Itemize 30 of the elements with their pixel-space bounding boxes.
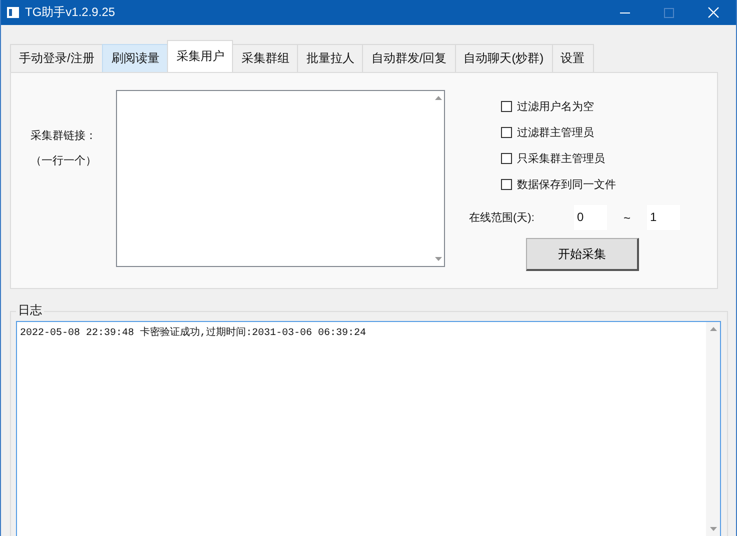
range-to-field[interactable]: 1 [647, 205, 680, 230]
checkbox-label: 数据保存到同一文件 [517, 178, 616, 192]
checkbox[interactable] [501, 179, 512, 190]
scroll-up-icon[interactable] [708, 326, 718, 332]
tab[interactable]: 设置 [552, 44, 594, 72]
tab[interactable]: 采集用户 [167, 40, 234, 72]
scroll-up-icon[interactable] [434, 95, 442, 101]
log-group-title: 日志 [16, 303, 44, 317]
log-line: 2022-05-08 22:39:48 卡密验证成功,过期时间:2031-03-06 06:39:24 [20, 326, 368, 339]
checkbox-label: 过滤用户名为空 [517, 100, 594, 114]
checkbox-label: 过滤群主管理员 [517, 126, 594, 140]
links-field[interactable] [116, 90, 445, 267]
tab[interactable]: 刷阅读量 [102, 44, 168, 72]
link-hint: （一行一个） [30, 154, 96, 168]
checkbox[interactable] [501, 101, 512, 112]
window-title: TG助手v1.2.9.25 [25, 4, 116, 21]
online-range-label: 在线范围(天): [469, 211, 536, 225]
scroll-down-icon[interactable] [708, 526, 718, 532]
scroll-down-icon[interactable] [434, 256, 442, 262]
range-separator: ~ [622, 210, 632, 224]
start-button[interactable]: 开始采集 [526, 238, 639, 271]
app-icon [7, 7, 19, 18]
log-field[interactable]: 2022-05-08 22:39:48 卡密验证成功,过期时间:2031-03-06 06:39:24 [16, 321, 721, 536]
link-label: 采集群链接： [30, 128, 96, 143]
checkbox[interactable] [501, 153, 512, 164]
close-icon[interactable] [708, 7, 719, 18]
range-from-field[interactable]: 0 [574, 205, 607, 230]
checkbox[interactable] [501, 127, 512, 138]
checkbox-label: 只采集群主管理员 [517, 152, 605, 166]
tab[interactable]: 手动登录/注册 [10, 44, 104, 72]
